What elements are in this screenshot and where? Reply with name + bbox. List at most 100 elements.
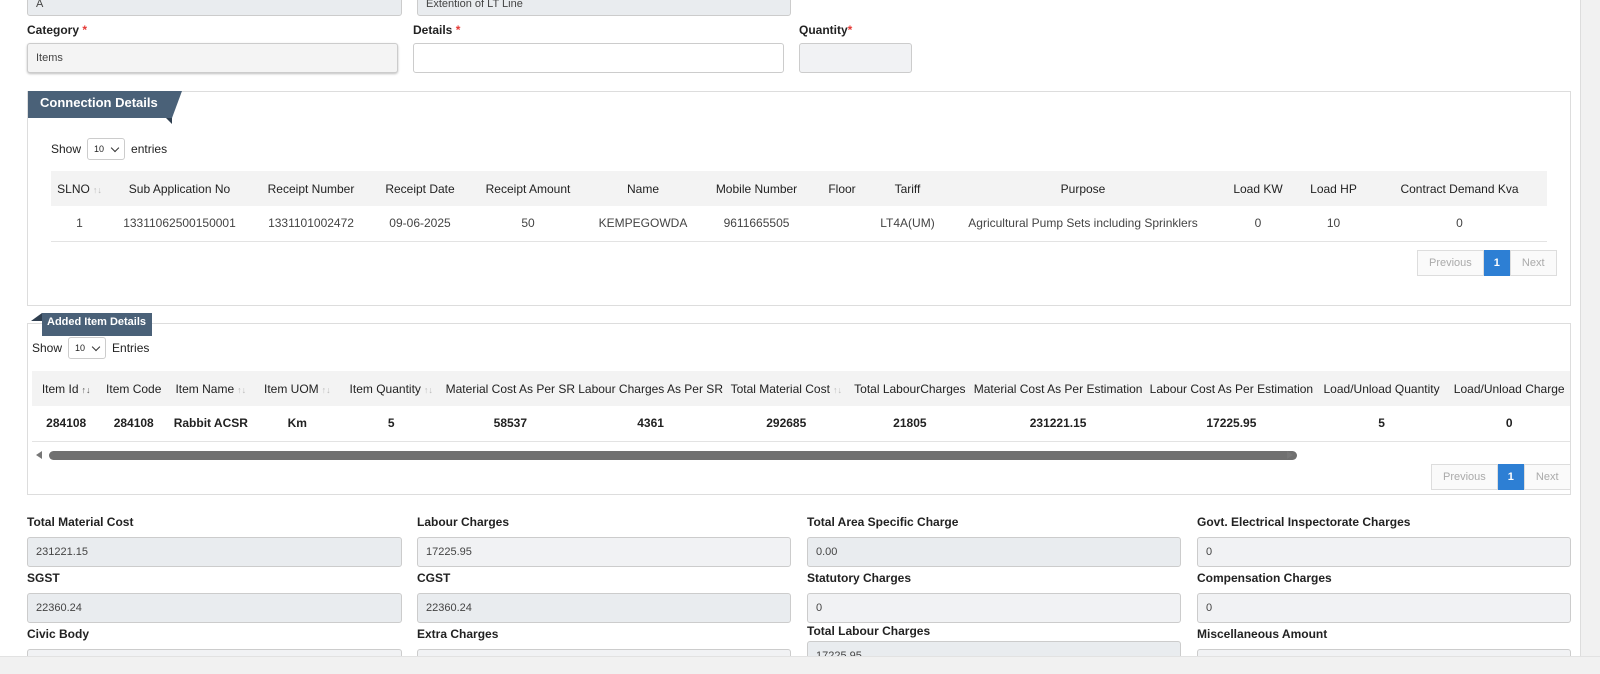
required-mark: * [82,23,88,37]
column-header[interactable]: Receipt Date [371,171,469,206]
statutory-charges-label: Statutory Charges [807,571,912,585]
connection-table: SLNO ↑↓ Sub Application No Receipt Number… [51,171,1547,242]
table-cell: 1331101002472 [251,206,371,242]
sort-icon: ↑↓ [237,384,247,395]
column-header[interactable]: Purpose [945,171,1221,206]
column-header[interactable]: Material Cost As Per SR [442,371,579,406]
required-mark: * [847,23,853,37]
extra-charges-field[interactable] [417,649,791,656]
previous-button[interactable]: Previous [1431,464,1498,490]
civic-body-field[interactable] [27,649,402,656]
column-header[interactable]: Load/Unload Quantity [1316,371,1447,406]
table-cell: 0 [1221,206,1295,242]
miscellaneous-amount-field[interactable] [1197,649,1571,656]
entries-label: entries [131,142,168,156]
total-area-specific-charge-field[interactable]: 0.00 [807,537,1181,567]
table-cell: LT4A(UM) [870,206,945,242]
entries-select[interactable]: 10 [87,138,126,160]
column-header[interactable]: Item Code [100,371,168,406]
table-header-row: SLNO ↑↓ Sub Application No Receipt Number… [51,171,1547,206]
column-header[interactable]: Name [587,171,699,206]
total-labour-charges-field[interactable]: 17225.95 [807,641,1181,656]
page-1-button[interactable]: 1 [1497,464,1524,490]
entries-select[interactable]: 10 [68,337,107,359]
table-cell: 1 [51,206,108,242]
horizontal-scrollbar[interactable] [32,448,1362,462]
compensation-charges-label: Compensation Charges [1197,571,1332,585]
quantity-input[interactable] [799,43,912,73]
sort-icon: ↑↓ [832,384,842,395]
table-cell: 231221.15 [970,406,1146,442]
table-cell: 5 [340,406,443,442]
column-header[interactable]: Contract Demand Kva [1372,171,1547,206]
column-header-item-name[interactable]: Item Name ↑↓ [167,371,255,406]
table-cell: 58537 [442,406,579,442]
chevron-down-icon [91,342,101,351]
labour-charges-field[interactable]: 17225.95 [417,537,791,567]
scrollbar-thumb[interactable] [49,451,1297,460]
compensation-charges-field[interactable]: 0 [1197,593,1571,623]
column-header[interactable]: Receipt Number [251,171,371,206]
cgst-field[interactable]: 22360.24 [417,593,791,623]
entries-select-value: 10 [94,144,105,154]
items-table-scroll: Item Id ↑↓ Item Code Item Name ↑↓ Item UOM… [32,371,1570,444]
connection-length-control: Show 10 entries [51,138,167,160]
total-material-cost-field[interactable]: 231221.15 [27,537,402,567]
column-header[interactable]: Labour Cost As Per Estimation [1146,371,1317,406]
column-header[interactable]: Load HP [1295,171,1372,206]
table-header-row: Item Id ↑↓ Item Code Item Name ↑↓ Item UOM… [32,371,1570,406]
total-labour-charges-label: Total Labour Charges [807,624,931,638]
column-header[interactable]: Load KW [1221,171,1295,206]
top-field-a[interactable]: A [27,0,402,16]
show-label: Show [32,341,63,355]
govt-electrical-inspectorate-charges-field[interactable]: 0 [1197,537,1571,567]
column-header[interactable]: Labour Charges As Per SR [578,371,723,406]
table-cell: 9611665505 [699,206,814,242]
previous-button[interactable]: Previous [1417,250,1484,276]
next-button[interactable]: Next [1523,464,1571,490]
scroll-left-arrow-icon[interactable] [36,451,42,459]
column-header[interactable]: Tariff [870,171,945,206]
table-cell: 0 [1446,406,1570,442]
column-header[interactable]: Load/Unload Charge [1446,371,1570,406]
table-cell: 50 [469,206,587,242]
table-cell: Rabbit ACSR [167,406,255,442]
details-input[interactable] [413,43,784,73]
column-header[interactable]: Receipt Amount [469,171,587,206]
show-label: Show [51,142,82,156]
chevron-down-icon [110,143,120,152]
category-label-text: Category [27,23,80,37]
table-cell: 09-06-2025 [371,206,469,242]
sort-asc-icon: ↑↓ [81,384,91,395]
column-header-item-id[interactable]: Item Id ↑↓ [32,371,101,406]
column-header-slno[interactable]: SLNO ↑↓ [51,171,108,206]
table-cell: 292685 [722,406,850,442]
category-select[interactable]: Items [27,43,398,73]
table-row: 1 13311062500150001 1331101002472 09-06-… [51,206,1547,242]
next-button[interactable]: Next [1509,250,1557,276]
page: A Extention of LT Line Category * Items … [0,0,1581,656]
items-length-control: Show 10 Entries [32,337,149,359]
added-item-details-title: Added Item Details [30,313,153,336]
column-header[interactable]: Total LabourCharges [849,371,971,406]
column-header[interactable]: Material Cost As Per Estimation [970,371,1146,406]
statutory-charges-field[interactable]: 0 [807,593,1181,623]
table-cell: KEMPEGOWDA [587,206,699,242]
column-header-total-material-cost[interactable]: Total Material Cost ↑↓ [722,371,850,406]
table-cell: 5 [1316,406,1447,442]
page-1-button[interactable]: 1 [1483,250,1510,276]
scroll-right-arrow-icon[interactable] [1287,451,1293,459]
sgst-field[interactable]: 22360.24 [27,593,402,623]
quantity-label: Quantity* [799,23,852,37]
column-header[interactable]: Floor [814,171,870,206]
column-header[interactable]: Mobile Number [699,171,814,206]
column-header-item-uom[interactable]: Item UOM ↑↓ [254,371,341,406]
entries-label: Entries [112,341,150,355]
table-cell: 0 [1372,206,1547,242]
items-table: Item Id ↑↓ Item Code Item Name ↑↓ Item UOM… [32,371,1570,442]
table-cell: 21805 [849,406,971,442]
column-header[interactable]: Sub Application No [108,171,251,206]
sgst-label: SGST [27,571,60,585]
top-field-b[interactable]: Extention of LT Line [417,0,791,16]
column-header-item-quantity[interactable]: Item Quantity ↑↓ [340,371,443,406]
